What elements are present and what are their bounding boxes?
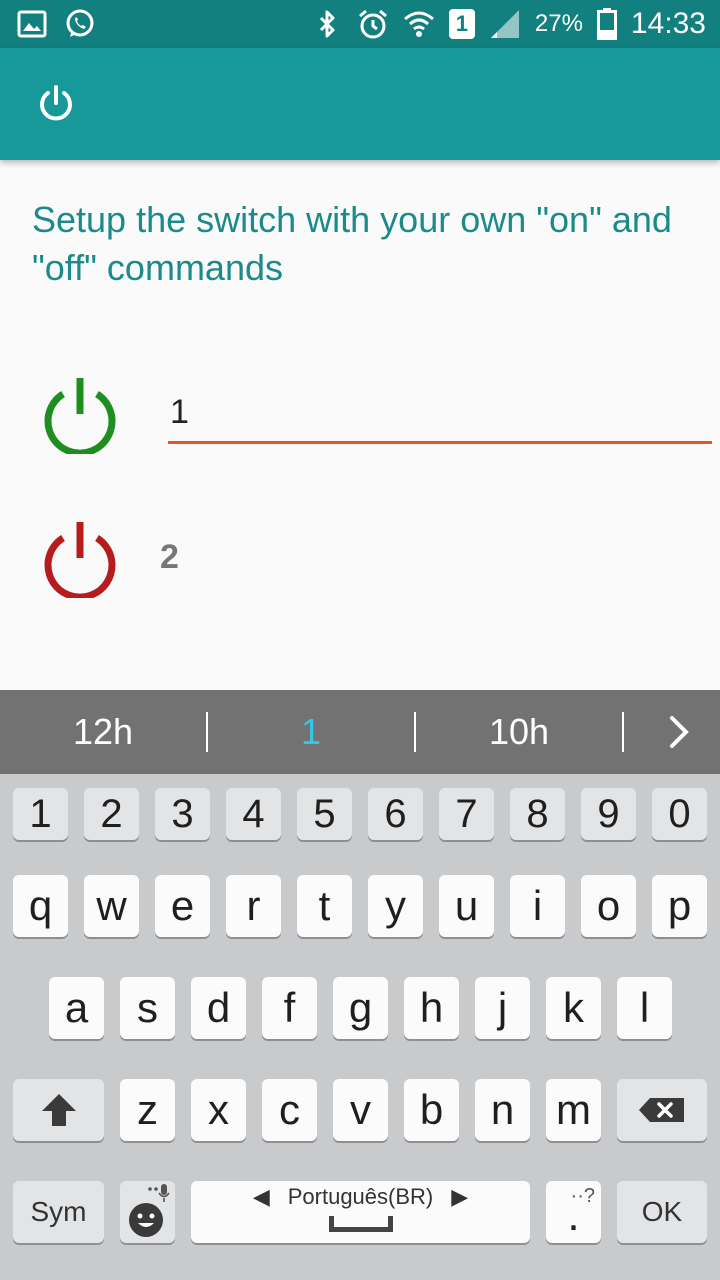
key-e[interactable]: e (155, 875, 210, 937)
power-on-icon (44, 378, 116, 454)
suggestion-divider (622, 712, 624, 752)
key-l[interactable]: l (617, 977, 672, 1039)
key-2[interactable]: 2 (84, 788, 139, 840)
wifi-icon (403, 11, 434, 37)
sim-icon: 1 (448, 9, 475, 39)
key-3[interactable]: 3 (155, 788, 210, 840)
suggestion-item[interactable]: 10h (416, 690, 622, 774)
key-k[interactable]: k (546, 977, 601, 1039)
clock: 14:33 (630, 7, 706, 40)
alarm-icon (358, 9, 387, 39)
key-y[interactable]: y (368, 875, 423, 937)
key-p[interactable]: p (652, 875, 707, 937)
key-f[interactable]: f (262, 977, 317, 1039)
period-hint-label: ··? (570, 1185, 595, 1207)
key-a[interactable]: a (49, 977, 104, 1039)
emoji-icon (128, 1184, 170, 1237)
keyboard-language: Português(BR) (287, 1184, 434, 1209)
status-left-icons (16, 8, 96, 40)
key-u[interactable]: u (439, 875, 494, 937)
status-right-icons: 1 27% 14:33 (311, 6, 706, 42)
power-off-icon (44, 522, 116, 598)
key-8[interactable]: 8 (510, 788, 565, 840)
key-7[interactable]: 7 (439, 788, 494, 840)
off-command-input[interactable]: 2 (160, 538, 179, 577)
key-5[interactable]: 5 (297, 788, 352, 840)
space-language-label: ◀ Português(BR) ▶ (253, 1184, 468, 1210)
key-0[interactable]: 0 (652, 788, 707, 840)
key-h[interactable]: h (404, 977, 459, 1039)
signal-icon (490, 10, 519, 38)
whatsapp-icon (66, 9, 94, 37)
key-r[interactable]: r (226, 875, 281, 937)
key-c[interactable]: c (262, 1079, 317, 1141)
key-9[interactable]: 9 (581, 788, 636, 840)
page-title: Setup the switch with your own "on" and … (32, 199, 672, 288)
off-command-row: 2 (0, 516, 720, 606)
key-s[interactable]: s (120, 977, 175, 1039)
key-t[interactable]: t (297, 875, 352, 937)
key-w[interactable]: w (84, 875, 139, 937)
backspace-key[interactable] (617, 1079, 707, 1141)
suggestion-item[interactable]: 12h (0, 690, 206, 774)
key-q[interactable]: q (13, 875, 68, 937)
emoji-voice-key[interactable] (120, 1181, 175, 1243)
on-command-input[interactable] (168, 384, 712, 440)
key-z[interactable]: z (120, 1079, 175, 1141)
key-n[interactable]: n (475, 1079, 530, 1141)
period-key[interactable]: ··? . (546, 1181, 601, 1243)
chevron-right-icon[interactable] (658, 710, 702, 754)
backspace-icon (639, 1098, 684, 1122)
shift-icon (41, 1094, 76, 1126)
suggestion-item-active[interactable]: 1 (208, 690, 414, 774)
ok-key[interactable]: OK (617, 1181, 707, 1243)
key-m[interactable]: m (546, 1079, 601, 1141)
key-g[interactable]: g (333, 977, 388, 1039)
key-x[interactable]: x (191, 1079, 246, 1141)
shift-key[interactable] (13, 1079, 104, 1141)
chevron-right-icon: ▶ (451, 1184, 469, 1209)
key-6[interactable]: 6 (368, 788, 423, 840)
key-d[interactable]: d (191, 977, 246, 1039)
status-bar: 1 27% 14:33 (0, 0, 720, 48)
soft-keyboard: 1 2 3 4 5 6 7 8 9 0 q w e r t y u i o p … (0, 774, 720, 1280)
space-bar-icon (328, 1216, 393, 1232)
on-command-field (168, 384, 712, 444)
suggestion-bar: 12h 1 10h (0, 690, 720, 774)
power-icon[interactable] (36, 84, 76, 124)
key-o[interactable]: o (581, 875, 636, 937)
chevron-left-icon: ◀ (252, 1184, 270, 1209)
battery-percent: 27% (534, 10, 583, 37)
key-j[interactable]: j (475, 977, 530, 1039)
sym-key[interactable]: Sym (13, 1181, 104, 1243)
key-1[interactable]: 1 (13, 788, 68, 840)
key-v[interactable]: v (333, 1079, 388, 1141)
key-4[interactable]: 4 (226, 788, 281, 840)
gallery-icon (17, 10, 47, 38)
key-i[interactable]: i (510, 875, 565, 937)
key-b[interactable]: b (404, 1079, 459, 1141)
app-bar (0, 48, 720, 160)
space-key[interactable]: ◀ Português(BR) ▶ (191, 1181, 530, 1243)
battery-icon (596, 8, 617, 40)
on-command-row (0, 372, 720, 462)
bluetooth-icon (319, 10, 335, 38)
